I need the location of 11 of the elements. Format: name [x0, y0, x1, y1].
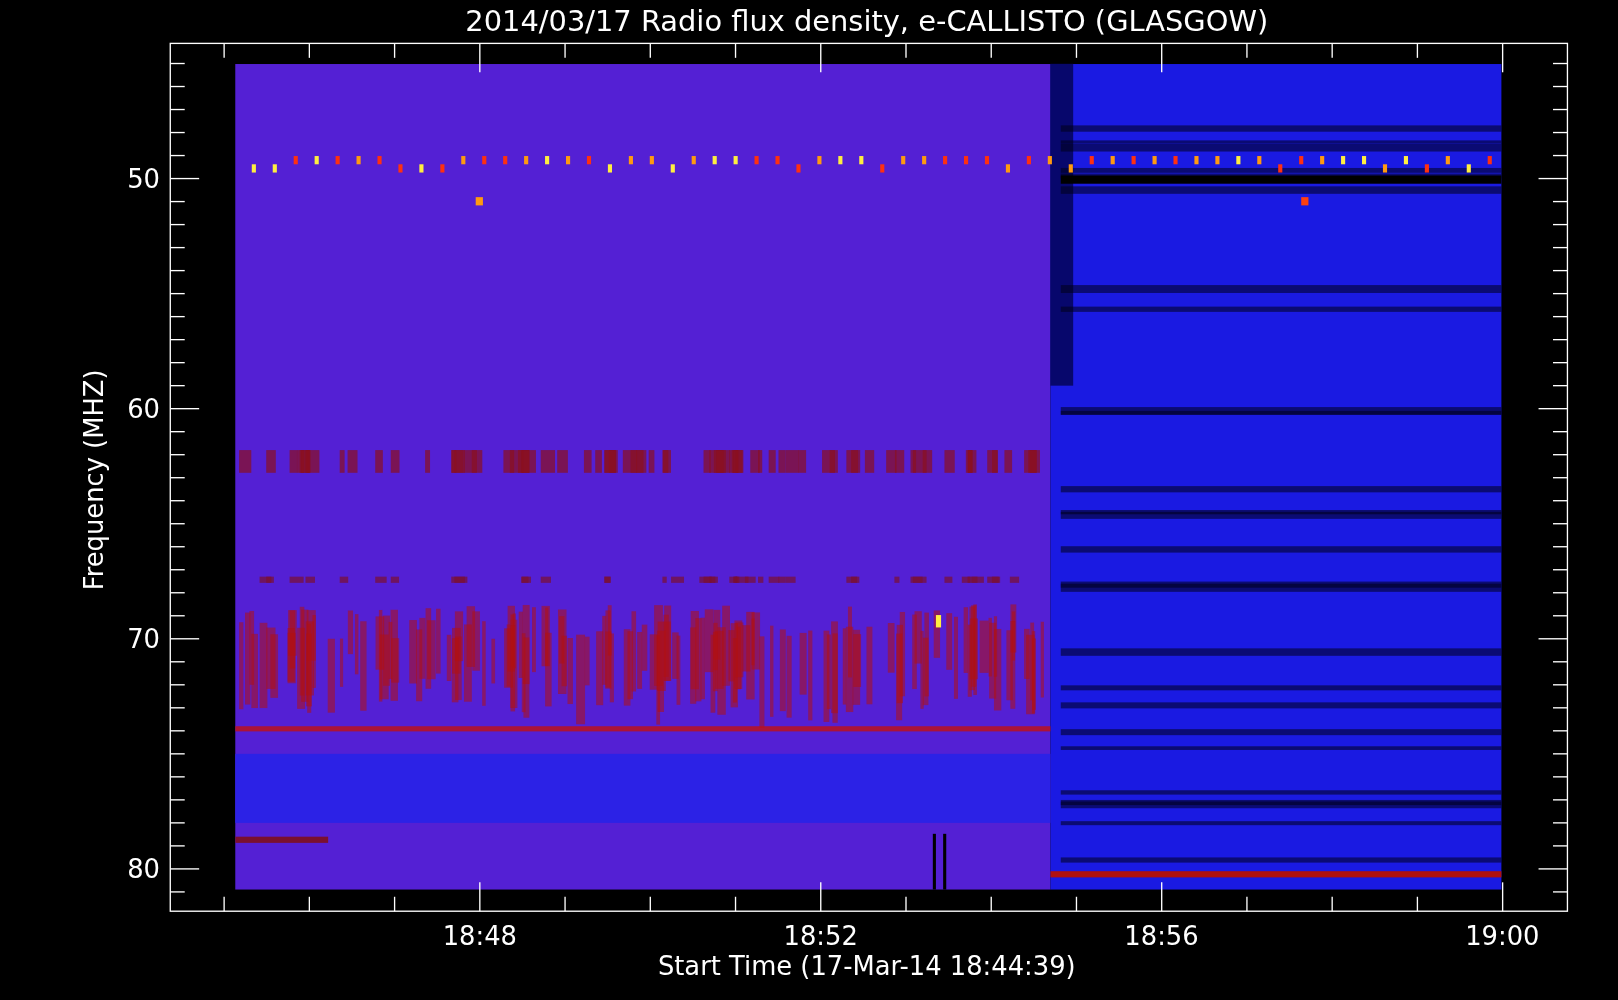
x-tick-label: 18:56 — [1124, 921, 1199, 952]
x-tick-label: 18:52 — [783, 921, 858, 952]
chart-title: 2014/03/17 Radio flux density, e-CALLISTO (GLASGOW) — [465, 4, 1269, 38]
y-tick-label: 60 — [127, 393, 160, 424]
y-tick-label: 80 — [127, 854, 160, 885]
y-axis-label: Frequency (MHZ) — [79, 369, 110, 591]
y-tick-label: 50 — [127, 163, 160, 194]
x-axis-label: Start Time (17-Mar-14 18:44:39) — [657, 951, 1076, 982]
y-tick-label: 70 — [127, 624, 160, 655]
x-tick-label: 19:00 — [1465, 921, 1540, 952]
x-tick-label: 18:48 — [442, 921, 517, 952]
